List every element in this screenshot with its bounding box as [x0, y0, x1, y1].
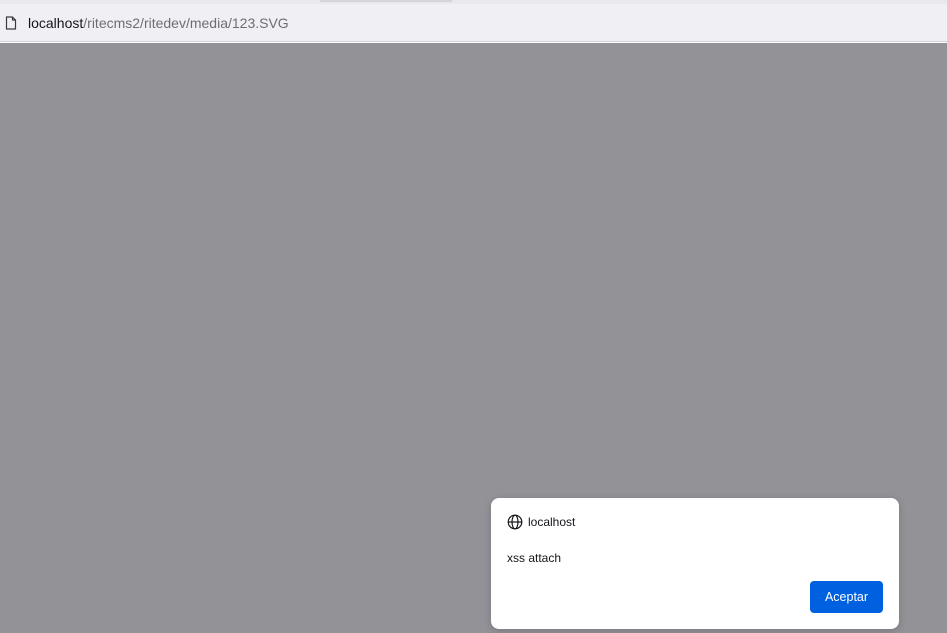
url-text[interactable]: localhost/ritecms2/ritedev/media/123.SVG [28, 15, 289, 31]
active-tab-indicator [320, 0, 452, 2]
dialog-header: localhost [507, 514, 575, 530]
dialog-message: xss attach [507, 551, 562, 565]
document-icon [4, 15, 18, 31]
address-bar[interactable]: localhost/ritecms2/ritedev/media/123.SVG [0, 4, 947, 42]
alert-dialog: localhost xss attach Aceptar [491, 498, 899, 629]
page-content-overlay: localhost xss attach Aceptar [0, 43, 947, 633]
dialog-title: localhost [528, 515, 576, 529]
globe-icon [507, 514, 523, 530]
url-path: /ritecms2/ritedev/media/123.SVG [83, 14, 289, 31]
url-host: localhost [28, 14, 84, 31]
accept-button[interactable]: Aceptar [810, 581, 883, 613]
